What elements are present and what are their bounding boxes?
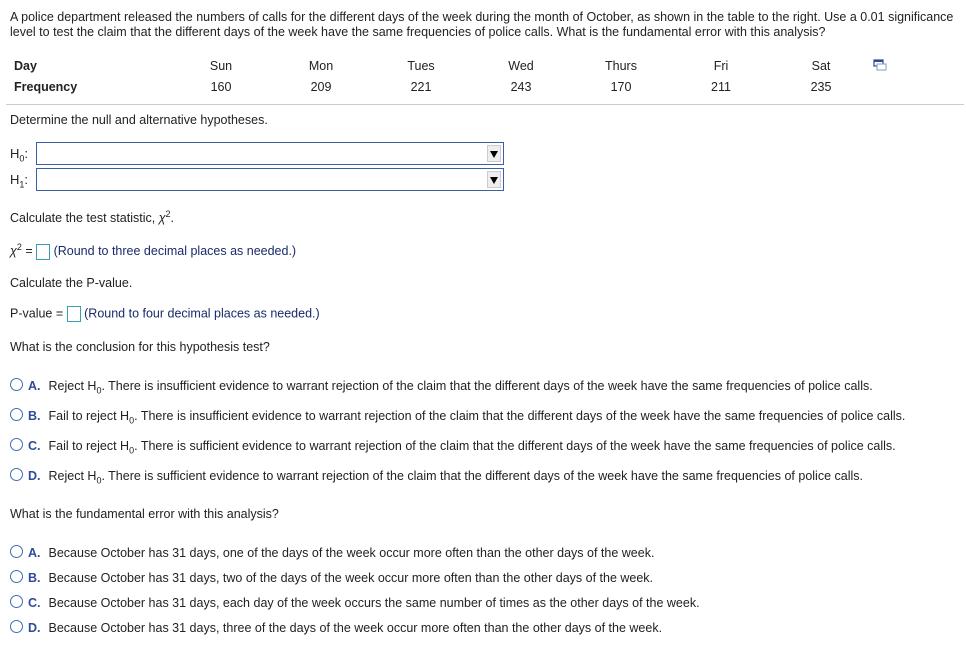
radio-button[interactable] [10,378,23,391]
h0-label: H0: [10,146,29,164]
frequency-cell: 243 [510,80,532,94]
table-header-day: Day [14,59,37,73]
frequency-cell: 221 [410,80,432,94]
dropdown-arrow-icon[interactable] [487,145,501,162]
day-cell: Mon [308,59,334,73]
frequency-cell: 170 [610,80,632,94]
p-value-input[interactable] [66,306,81,322]
conclusion-option-c[interactable]: C. Fail to reject H0. There is sufficient… [10,438,896,456]
day-cell: Tues [407,59,435,73]
test-statistic-prompt: Calculate the test statistic, χ2. [10,209,175,226]
day-cell: Sat [811,59,831,73]
p-value-row: P-value = (Round to four decimal places … [10,306,320,322]
conclusion-option-d[interactable]: D. Reject H0. There is sufficient evidenc… [10,468,863,486]
chi-square-input[interactable] [36,243,51,260]
frequency-cell: 209 [310,80,332,94]
p-value-prompt: Calculate the P-value. [10,276,133,290]
h1-dropdown[interactable] [36,168,504,191]
hypotheses-prompt: Determine the null and alternative hypot… [10,113,268,127]
error-option-a[interactable]: A. Because October has 31 days, one of th… [10,545,654,560]
chi-square-row: χ2 = (Round to three decimal places as n… [10,242,297,260]
frequency-cell: 211 [711,80,731,94]
question-intro: A police department released the numbers… [10,10,954,39]
error-option-d[interactable]: D. Because October has 31 days, three of … [10,620,662,635]
radio-button[interactable] [10,595,23,608]
p-value-label: P-value = [10,306,64,321]
radio-button[interactable] [10,620,23,633]
day-cell: Thurs [605,59,637,73]
radio-button[interactable] [10,545,23,558]
copy-table-icon[interactable] [873,59,887,71]
conclusion-prompt: What is the conclusion for this hypothes… [10,340,270,354]
table-divider [6,104,964,105]
radio-button[interactable] [10,408,23,421]
chi-square-hint: (Round to three decimal places as needed… [53,244,297,259]
h1-label: H1: [10,172,29,190]
day-cell: Sun [209,59,233,73]
error-prompt: What is the fundamental error with this … [10,507,279,521]
p-value-hint: (Round to four decimal places as needed.… [84,306,320,321]
frequency-cell: 235 [810,80,832,94]
radio-button[interactable] [10,570,23,583]
day-cell: Wed [508,59,534,73]
h0-dropdown[interactable] [36,142,504,165]
conclusion-option-a[interactable]: A. Reject H0. There is insufficient evide… [10,378,873,396]
error-option-b[interactable]: B. Because October has 31 days, two of th… [10,570,653,585]
day-cell: Fri [713,59,729,73]
radio-button[interactable] [10,438,23,451]
conclusion-option-b[interactable]: B. Fail to reject H0. There is insufficie… [10,408,905,426]
radio-button[interactable] [10,468,23,481]
table-header-frequency: Frequency [14,80,78,94]
error-option-c[interactable]: C. Because October has 31 days, each day … [10,595,700,610]
frequency-cell: 160 [210,80,232,94]
dropdown-arrow-icon[interactable] [487,171,501,188]
